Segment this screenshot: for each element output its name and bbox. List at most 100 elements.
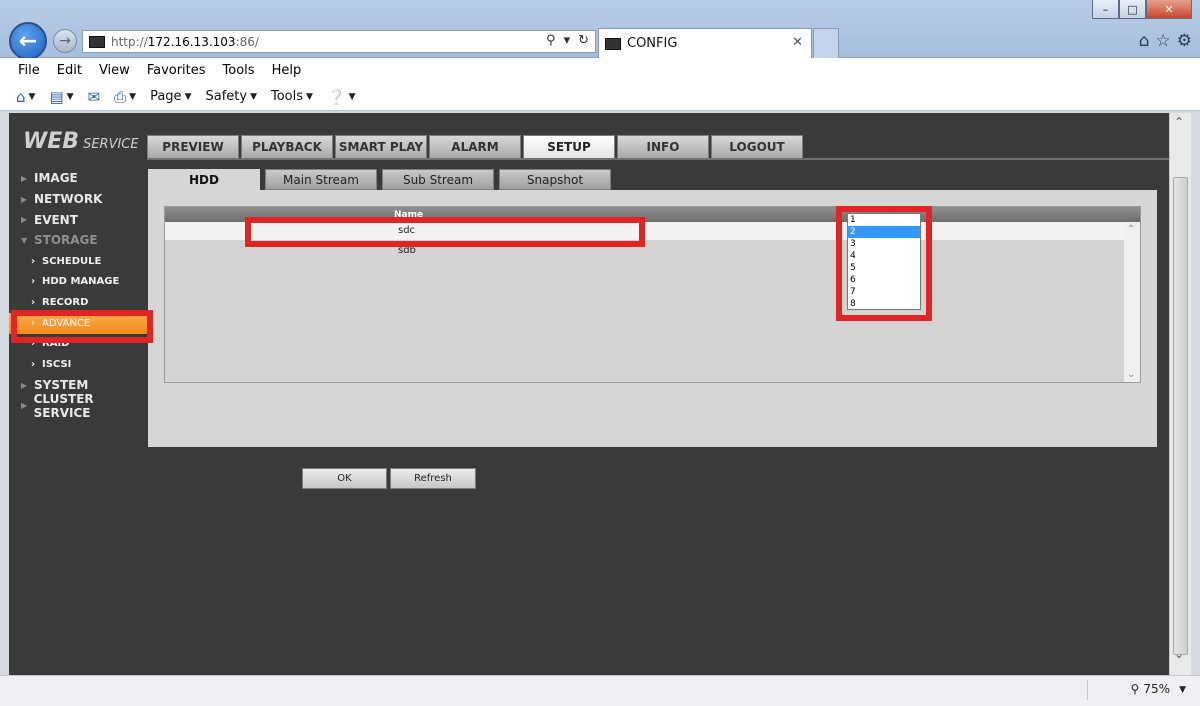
home-command[interactable]: ⌂ ▼ bbox=[16, 88, 35, 106]
chevron-down-icon[interactable]: ⌄ bbox=[1127, 369, 1135, 380]
sidebar-item-network[interactable]: ▶ NETWORK bbox=[9, 189, 151, 210]
refresh-button[interactable]: Refresh bbox=[390, 468, 476, 489]
table-scrollbar[interactable]: ⌃ ⌄ bbox=[1124, 222, 1140, 382]
gear-icon[interactable]: ⚙ bbox=[1177, 31, 1192, 51]
window-controls: – □ ✕ bbox=[1092, 0, 1192, 19]
home-icon[interactable]: ⌂ bbox=[1139, 31, 1150, 51]
refresh-icon[interactable]: ↻ bbox=[578, 33, 589, 48]
sidebar-sub-schedule[interactable]: › SCHEDULE bbox=[9, 251, 151, 272]
chevron-right-icon: › bbox=[31, 276, 36, 288]
chevron-right-icon: › bbox=[31, 296, 36, 308]
nav-smart-play[interactable]: SMART PLAY bbox=[335, 135, 427, 159]
tools-command[interactable]: Tools ▼ bbox=[271, 89, 313, 104]
highlight-box-advance bbox=[11, 310, 153, 343]
sidebar-item-cluster-service[interactable]: ▶ CLUSTER SERVICE bbox=[9, 392, 151, 420]
triangle-right-icon: ▶ bbox=[21, 173, 28, 183]
tab-snapshot[interactable]: Snapshot bbox=[499, 169, 611, 190]
address-url[interactable]: http://172.16.13.103:86/ bbox=[111, 35, 259, 49]
back-button[interactable]: ← bbox=[9, 22, 47, 60]
zoom-control[interactable]: ⚲ 75% bbox=[1131, 682, 1170, 696]
mail-command[interactable]: ✉ bbox=[88, 88, 101, 106]
page-command[interactable]: Page ▼ bbox=[150, 89, 191, 104]
dropdown-caret-icon[interactable]: ▾ bbox=[564, 33, 571, 48]
close-tab-icon[interactable]: ✕ bbox=[792, 35, 803, 50]
caret-down-icon: ▼ bbox=[184, 91, 192, 102]
rss-icon: ▤ bbox=[49, 87, 64, 106]
page-scrollbar[interactable]: ⌃ ⌄ bbox=[1169, 113, 1191, 675]
triangle-down-icon: ▼ bbox=[21, 235, 28, 245]
maximize-button[interactable]: □ bbox=[1119, 0, 1146, 19]
browser-right-icons: ⌂ ☆ ⚙ bbox=[1139, 31, 1192, 51]
status-bar: ⚲ 75% ▼ bbox=[0, 675, 1200, 706]
help-icon: ❔ bbox=[326, 87, 346, 106]
help-command[interactable]: ❔ ▼ bbox=[327, 88, 356, 106]
triangle-right-icon: ▶ bbox=[21, 380, 28, 390]
command-bar: ⌂ ▼ ▤ ▼ ✉ ⎙ ▼ Page ▼ Safety ▼ Tools ▼ ❔ ▼ bbox=[0, 83, 1200, 111]
safety-command[interactable]: Safety ▼ bbox=[205, 89, 257, 104]
address-bar[interactable]: http://172.16.13.103:86/ ⚲ ▾ ↻ bbox=[82, 30, 596, 53]
menu-file[interactable]: File bbox=[18, 63, 40, 78]
sidebar-sub-iscsi[interactable]: › ISCSI bbox=[9, 354, 151, 375]
chevron-up-icon[interactable]: ⌃ bbox=[1174, 115, 1184, 129]
caret-down-icon[interactable]: ▼ bbox=[1179, 685, 1186, 695]
camera-favicon-icon bbox=[89, 35, 105, 48]
arrow-left-icon: ← bbox=[18, 28, 38, 54]
feeds-command[interactable]: ▤ ▼ bbox=[49, 88, 73, 106]
tab-main-stream[interactable]: Main Stream bbox=[265, 169, 377, 190]
search-icon[interactable]: ⚲ bbox=[546, 33, 556, 48]
chevron-right-icon: › bbox=[31, 359, 36, 371]
sidebar-item-storage[interactable]: ▼ STORAGE bbox=[9, 230, 151, 251]
ok-button[interactable]: OK bbox=[302, 468, 387, 489]
chevron-down-icon[interactable]: ⌄ bbox=[1174, 647, 1184, 661]
menu-bar: File Edit View Favorites Tools Help bbox=[0, 58, 1200, 83]
tab-title: CONFIG bbox=[627, 36, 678, 51]
print-command[interactable]: ⎙ ▼ bbox=[114, 88, 136, 106]
menu-tools[interactable]: Tools bbox=[223, 63, 255, 78]
menu-view[interactable]: View bbox=[99, 63, 130, 78]
caret-down-icon: ▼ bbox=[250, 91, 257, 102]
close-window-button[interactable]: ✕ bbox=[1146, 0, 1192, 19]
sidebar-item-image[interactable]: ▶ IMAGE bbox=[9, 168, 151, 189]
forward-button[interactable]: → bbox=[53, 29, 77, 53]
address-tools: ⚲ ▾ ↻ bbox=[546, 33, 589, 48]
triangle-right-icon: ▶ bbox=[21, 215, 28, 225]
nav-setup[interactable]: SETUP bbox=[523, 135, 615, 159]
highlight-box-row bbox=[245, 217, 645, 247]
new-tab-button[interactable] bbox=[813, 28, 839, 58]
browser-titlebar: – □ ✕ ← → http://172.16.13.103:86/ ⚲ ▾ ↻… bbox=[0, 0, 1200, 60]
favorites-star-icon[interactable]: ☆ bbox=[1156, 31, 1171, 51]
caret-down-icon: ▼ bbox=[306, 91, 313, 102]
sidebar-sub-hdd-manage[interactable]: › HDD MANAGE bbox=[9, 271, 151, 292]
camera-favicon-icon bbox=[605, 37, 621, 50]
triangle-right-icon: ▶ bbox=[21, 194, 28, 204]
minimize-button[interactable]: – bbox=[1092, 0, 1119, 19]
menu-edit[interactable]: Edit bbox=[57, 63, 82, 78]
web-service-logo: WEB SERVICE bbox=[23, 129, 139, 154]
storage-subtabs: HDD Main Stream Sub Stream Snapshot bbox=[148, 169, 616, 190]
tab-sub-stream[interactable]: Sub Stream bbox=[382, 169, 494, 190]
caret-down-icon: ▼ bbox=[66, 91, 74, 102]
nav-info[interactable]: INFO bbox=[617, 135, 709, 159]
triangle-right-icon: ▶ bbox=[21, 401, 28, 411]
highlight-box-dropdown bbox=[836, 206, 932, 321]
nav-preview[interactable]: PREVIEW bbox=[147, 135, 239, 159]
browser-tab-config[interactable]: CONFIG ✕ bbox=[598, 28, 812, 58]
zoom-icon: ⚲ bbox=[1130, 682, 1140, 696]
sidebar-item-event[interactable]: ▶ EVENT bbox=[9, 209, 151, 230]
nav-underline bbox=[147, 158, 1169, 160]
main-nav: PREVIEW PLAYBACK SMART PLAY ALARM SETUP … bbox=[147, 135, 805, 159]
nav-alarm[interactable]: ALARM bbox=[429, 135, 521, 159]
caret-down-icon: ▼ bbox=[348, 91, 356, 102]
tab-hdd[interactable]: HDD bbox=[148, 169, 260, 190]
page-viewport: WEB SERVICE PREVIEW PLAYBACK SMART PLAY A… bbox=[9, 113, 1169, 675]
home-icon: ⌂ bbox=[16, 87, 26, 106]
zoom-level: 75% bbox=[1143, 682, 1170, 696]
nav-logout[interactable]: LOGOUT bbox=[711, 135, 803, 159]
menu-favorites[interactable]: Favorites bbox=[147, 63, 206, 78]
scrollbar-thumb[interactable] bbox=[1173, 177, 1188, 655]
status-separator bbox=[1087, 680, 1088, 700]
menu-help[interactable]: Help bbox=[272, 63, 302, 78]
arrow-right-icon: → bbox=[59, 33, 71, 49]
chevron-up-icon[interactable]: ⌃ bbox=[1127, 224, 1135, 235]
nav-playback[interactable]: PLAYBACK bbox=[241, 135, 333, 159]
